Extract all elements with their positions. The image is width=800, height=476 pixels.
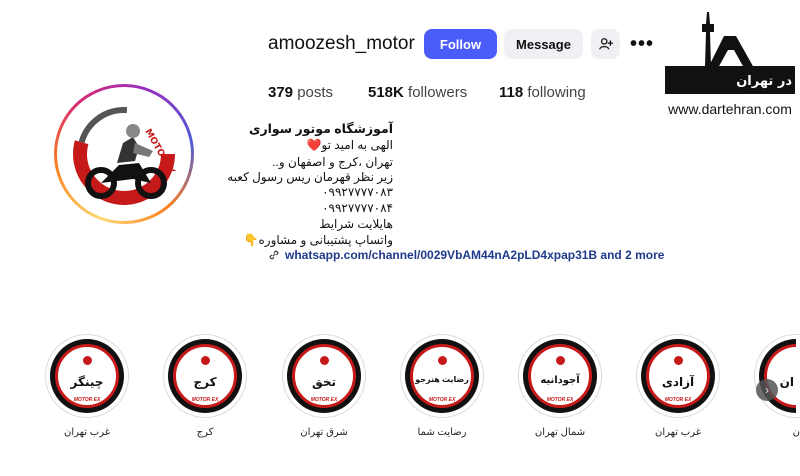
avatar-image: MOTOREX [61, 91, 187, 217]
highlight-label: رضایت شما [417, 427, 467, 438]
badge-icon [673, 356, 683, 365]
highlight-4[interactable]: رضایت هنرجو MOTOR EX [400, 334, 484, 418]
highlight-title: کرج [193, 375, 217, 389]
milad-tower-logo: در تهران [665, 12, 795, 94]
highlight-7[interactable]: ان [754, 334, 800, 418]
following-label: following [527, 84, 586, 101]
bio-line: واتساپ پشتیبانی و مشاوره👇 [243, 233, 393, 247]
chevron-right-icon[interactable]: › [756, 379, 778, 401]
motorex-logo: MOTOREX [73, 103, 176, 205]
profile-avatar[interactable]: MOTOREX [54, 84, 194, 224]
bio-line: تهران ،کرج و اصفهان و.. [272, 155, 393, 169]
bio-name: آموزشگاه موتور سواری [248, 122, 393, 136]
highlight-1[interactable]: چینگر MOTOR EX [45, 334, 129, 418]
add-user-icon [598, 38, 613, 50]
posts-stat: 379 posts [268, 84, 333, 101]
badge-icon [200, 356, 210, 365]
watermark: در تهران www.dartehran.com [662, 6, 798, 118]
highlight-6[interactable]: آزادی MOTOR EX [636, 334, 720, 418]
message-button[interactable]: Message [504, 29, 583, 59]
highlight-title: آجودانیه [540, 375, 580, 386]
highlight-label: شمال تهران [534, 427, 586, 438]
bio-phone-1: ۰۹۹۲۷۷۷۷۰۸۳ [322, 185, 393, 199]
bio-phone-2: ۰۹۹۲۷۷۷۷۰۸۴ [322, 201, 393, 215]
highlight-brand: MOTOR EX [310, 397, 338, 403]
highlight-label: کرج [196, 427, 214, 438]
highlight-brand: MOTOR EX [664, 397, 692, 403]
badge-icon [437, 356, 447, 365]
bio-line: زیر نظر قهرمان ریس رسول کعبه [227, 170, 393, 184]
highlight-title: آزادی [661, 375, 695, 389]
bio-link-text[interactable]: whatsapp.com/channel/0029VbAM44nA2pLD4xp… [285, 248, 664, 262]
highlight-brand: MOTOR EX [546, 397, 574, 403]
highlight-brand: MOTOR EX [73, 397, 101, 403]
link-icon [269, 250, 279, 260]
followers-stat[interactable]: 518K followers [368, 84, 467, 101]
highlight-label: شرق تهران [300, 427, 348, 438]
highlight-5[interactable]: آجودانیه MOTOR EX [518, 334, 602, 418]
posts-label: posts [297, 84, 334, 101]
followers-count: 518K [368, 84, 404, 101]
watermark-url: www.dartehran.com [668, 101, 792, 117]
following-stat[interactable]: 118 following [499, 84, 586, 101]
more-options-button[interactable]: ••• [628, 29, 656, 59]
bio-line: هایلایت شرایط [319, 217, 393, 231]
badge-icon [555, 356, 565, 365]
highlight-label: غرب تهران [655, 427, 701, 438]
bio-link[interactable]: whatsapp.com/channel/0029VbAM44nA2pLD4xp… [268, 248, 664, 262]
highlight-brand: MOTOR EX [191, 397, 219, 403]
highlight-title: رضایت هنرجو [415, 375, 469, 384]
suggest-accounts-button[interactable] [591, 29, 620, 59]
badge-icon [319, 356, 329, 365]
highlight-label: ن [792, 427, 800, 438]
highlight-label: غرب تهران [64, 427, 110, 438]
profile-username: amoozesh_motor [268, 33, 415, 54]
highlight-title: تخق [312, 375, 336, 389]
posts-count: 379 [268, 84, 294, 101]
highlight-brand: MOTOR EX [428, 397, 456, 403]
watermark-text: در تهران [736, 74, 792, 89]
follow-button[interactable]: Follow [424, 29, 497, 59]
badge-icon [82, 356, 92, 365]
highlight-title: چینگر [70, 375, 104, 389]
avatar-inner: MOTOREX [57, 87, 191, 221]
following-count: 118 [499, 84, 524, 101]
bio-line: الهی به امید تو❤️ [306, 138, 393, 152]
highlight-3[interactable]: تخق MOTOR EX [282, 334, 366, 418]
followers-label: followers [408, 84, 468, 101]
highlight-2[interactable]: کرج MOTOR EX [163, 334, 247, 418]
